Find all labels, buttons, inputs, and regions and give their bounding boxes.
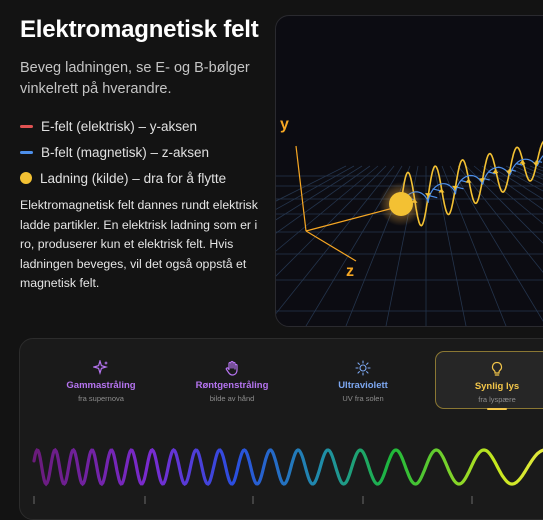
card-subtitle: UV fra solen: [342, 394, 384, 403]
legend: E-felt (elektrisk) – y-aksen B-felt (mag…: [20, 113, 270, 191]
z-axis-line: [305, 230, 357, 262]
e-field-swatch: [20, 124, 33, 128]
charge-swatch: [20, 172, 32, 184]
e-field-arrowhead: [465, 178, 472, 183]
grid-line: [473, 165, 543, 225]
grid-line: [441, 165, 507, 326]
card-label: Gammastråling: [66, 380, 136, 391]
card-ultraviolet[interactable]: Ultraviolett UV fra solen: [302, 351, 424, 407]
grid-line: [481, 165, 543, 211]
spectrum-panel: Gammastråling fra supernova Røntgenstrål…: [19, 338, 543, 520]
card-label: Ultraviolett: [338, 380, 388, 391]
card-gamma[interactable]: Gammastråling fra supernova: [40, 351, 162, 407]
lightbulb-icon: [436, 360, 543, 378]
field-3d-canvas: y z: [276, 116, 543, 326]
legend-item-e-field: E-felt (elektrisk) – y-aksen: [20, 113, 270, 139]
field-visualization[interactable]: y z: [275, 15, 543, 327]
card-label: Røntgenstråling: [195, 380, 269, 391]
page-title: Elektromagnetisk felt: [20, 16, 259, 43]
charge-handle[interactable]: [389, 192, 413, 216]
description-text: Elektromagnetisk felt dannes rundt elekt…: [20, 198, 258, 290]
sun-icon: [302, 359, 424, 377]
card-label: Synlig lys: [474, 381, 520, 392]
grid-line: [521, 165, 543, 176]
sparkles-icon: [40, 359, 162, 377]
y-axis-label: y: [280, 116, 289, 133]
z-axis-label: z: [346, 263, 354, 280]
legend-item-charge: Ladning (kilde) – dra for å flytte: [20, 165, 270, 191]
card-visible-light[interactable]: Synlig lys fra lyspære: [435, 351, 543, 410]
grid-line: [276, 165, 379, 252]
card-subtitle: fra lyspære: [478, 395, 516, 404]
grid-line: [505, 165, 543, 185]
grid-line: [276, 165, 395, 315]
legend-label: E-felt (elektrisk) – y-aksen: [41, 118, 198, 134]
b-field-swatch: [20, 150, 33, 154]
legend-item-b-field: B-felt (magnetisk) – z-aksen: [20, 139, 270, 165]
page-subtitle: Beveg ladningen, se E- og B-bølger vinke…: [20, 60, 250, 97]
legend-label: Ladning (kilde) – dra for å flytte: [40, 170, 227, 186]
hand-icon: [171, 359, 293, 377]
legend-label: B-felt (magnetisk) – z-aksen: [41, 144, 210, 160]
spectrum-wave: [32, 447, 543, 504]
card-xray[interactable]: Røntgenstråling bilde av hånd: [171, 351, 293, 407]
card-subtitle: fra supernova: [78, 394, 124, 403]
card-subtitle: bilde av hånd: [209, 394, 255, 403]
grid-line: [276, 165, 355, 210]
spectrum-wave-line: [32, 447, 543, 487]
active-indicator: [487, 408, 507, 410]
